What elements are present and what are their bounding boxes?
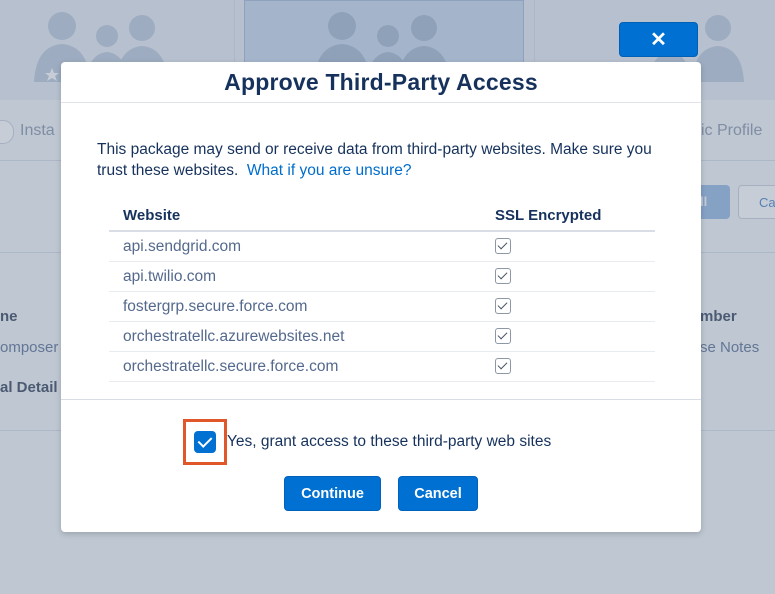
website-cell: fostergrp.secure.force.com <box>109 291 481 322</box>
ssl-cell <box>481 351 655 382</box>
column-header-website: Website <box>109 201 481 232</box>
modal-footer: Yes, grant access to these third-party w… <box>61 399 701 533</box>
cancel-button[interactable]: Cancel <box>398 476 478 511</box>
ssl-check-icon <box>495 268 511 284</box>
consent-row: Yes, grant access to these third-party w… <box>183 419 551 465</box>
website-cell: api.twilio.com <box>109 261 481 292</box>
ssl-check-icon <box>495 298 511 314</box>
table-row: orchestratellc.secure.force.com <box>109 351 655 382</box>
ssl-check-icon <box>495 358 511 374</box>
ssl-cell <box>481 291 655 322</box>
table-row: fostergrp.secure.force.com <box>109 291 655 322</box>
modal-header: Approve Third-Party Access <box>61 62 701 103</box>
table-row: orchestratellc.azurewebsites.net <box>109 321 655 352</box>
consent-highlight <box>183 419 227 465</box>
grant-access-checkbox[interactable] <box>194 431 216 453</box>
website-cell: orchestratellc.azurewebsites.net <box>109 321 481 352</box>
websites-table: Website SSL Encrypted api.sendgrid.com ap… <box>109 201 655 382</box>
website-cell: orchestratellc.secure.force.com <box>109 351 481 382</box>
ssl-cell <box>481 261 655 292</box>
ssl-check-icon <box>495 238 511 254</box>
ssl-cell <box>481 231 655 262</box>
consent-label[interactable]: Yes, grant access to these third-party w… <box>227 433 551 451</box>
modal-description: This package may send or receive data fr… <box>97 139 665 181</box>
website-cell: api.sendgrid.com <box>109 231 481 262</box>
modal-body: This package may send or receive data fr… <box>61 103 701 382</box>
continue-button[interactable]: Continue <box>284 476 381 511</box>
table-row: api.sendgrid.com <box>109 231 655 262</box>
close-button[interactable]: ✕ <box>619 22 698 57</box>
help-link[interactable]: What if you are unsure? <box>247 162 412 179</box>
column-header-ssl: SSL Encrypted <box>481 201 655 232</box>
table-row: api.twilio.com <box>109 261 655 292</box>
approve-access-modal: Approve Third-Party Access This package … <box>61 62 701 532</box>
ssl-cell <box>481 321 655 352</box>
ssl-check-icon <box>495 328 511 344</box>
close-icon: ✕ <box>650 29 667 51</box>
modal-title: Approve Third-Party Access <box>224 69 538 95</box>
